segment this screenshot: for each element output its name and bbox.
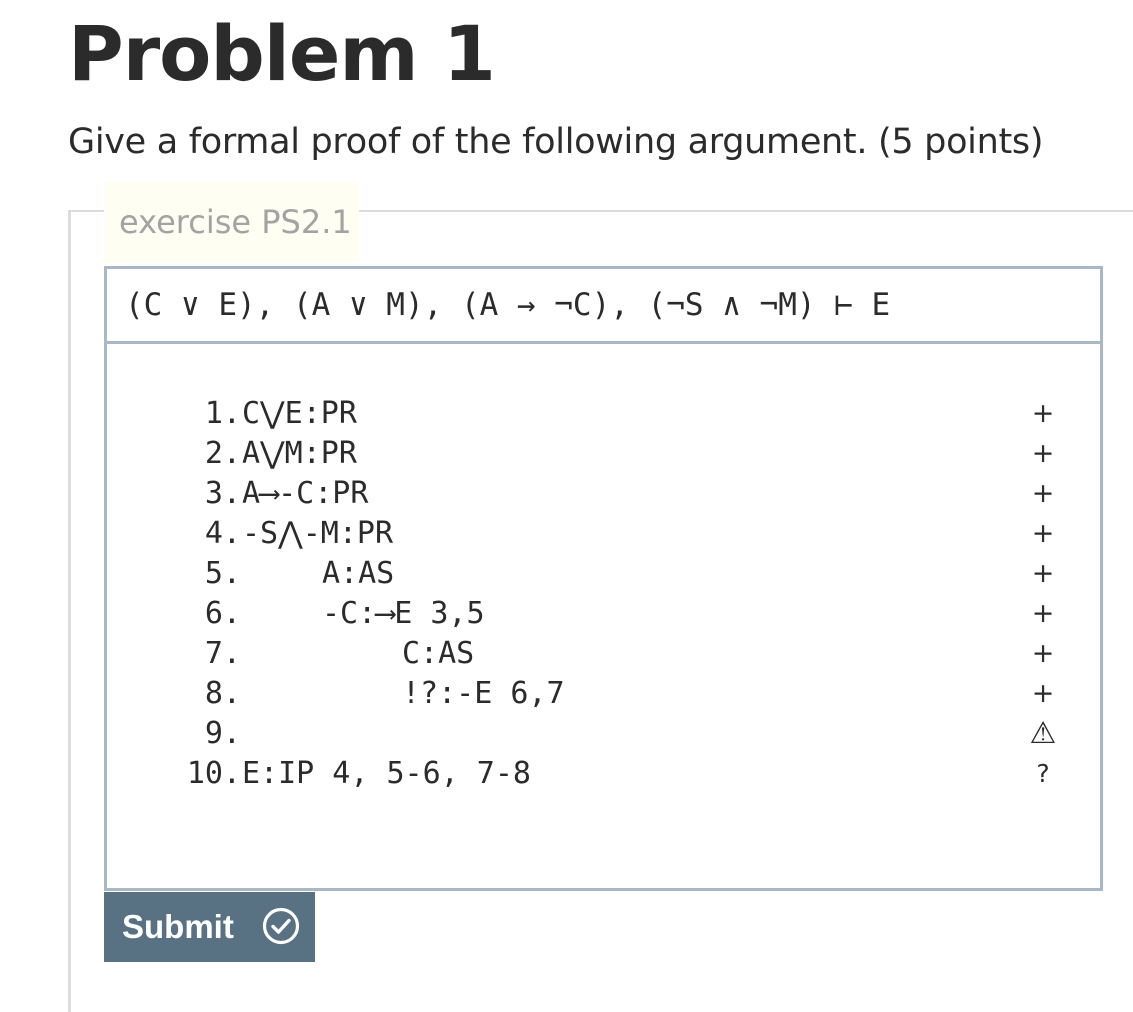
proof-line-formula[interactable]: E:IP 4, 5-6, 7-8 — [242, 754, 531, 794]
proof-line-number: 5. — [204, 556, 241, 591]
question-icon[interactable]: ? — [1025, 754, 1061, 794]
submit-label: Submit — [122, 908, 234, 945]
proof-line-formula[interactable]: C:AS — [402, 634, 474, 674]
proof-line[interactable]: 2. A⋁M:PR + — [107, 434, 1100, 474]
proof-line-formula[interactable]: !?:-E 6,7 — [402, 674, 565, 714]
add-line-button[interactable]: + — [1025, 594, 1061, 634]
add-line-button[interactable]: + — [1025, 434, 1061, 474]
proof-line-number: 10. — [186, 756, 241, 791]
proof-line-formula[interactable]: A:AS — [322, 554, 394, 594]
proof-line-formula[interactable]: -C:⟶E 3,5 — [322, 594, 485, 634]
proof-line[interactable]: 4. -S⋀-M:PR + — [107, 514, 1100, 554]
proof-line[interactable]: 6. -C:⟶E 3,5 + — [107, 594, 1100, 634]
proof-line[interactable]: 5. A:AS + — [107, 554, 1100, 594]
check-circle-icon — [262, 907, 300, 945]
proof-line-number: 3. — [204, 476, 241, 511]
proof-line[interactable]: 1. C⋁E:PR + — [107, 394, 1100, 434]
add-line-button[interactable]: + — [1025, 394, 1061, 434]
proof-line-number: 8. — [204, 676, 241, 711]
proof-line-formula[interactable]: A⋁M:PR — [242, 434, 357, 474]
argument-box: (C ∨ E), (A ∨ M), (A → ¬C), (¬S ∧ ¬M) ⊢ … — [104, 266, 1103, 344]
exercise-legend: exercise PS2.1 — [104, 182, 359, 262]
proof-line-formula[interactable]: C⋁E:PR — [242, 394, 357, 434]
exercise-fieldset-left-border — [68, 210, 71, 1012]
problem-instructions: Give a formal proof of the following arg… — [68, 122, 1044, 162]
page-title: Problem 1 — [68, 9, 496, 98]
proof-line-number: 9. — [204, 716, 241, 751]
add-line-button[interactable]: + — [1025, 514, 1061, 554]
add-line-button[interactable]: + — [1025, 634, 1061, 674]
proof-line-number: 1. — [204, 396, 241, 431]
proof-line-number: 7. — [204, 636, 241, 671]
proof-line[interactable]: 8. !?:-E 6,7 + — [107, 674, 1100, 714]
proof-line-number: 2. — [204, 436, 241, 471]
submit-button[interactable]: Submit — [104, 892, 315, 962]
proof-line[interactable]: 7. C:AS + — [107, 634, 1100, 674]
proof-editor[interactable]: 1. C⋁E:PR + 2. A⋁M:PR + 3. A⟶-C:PR + 4. … — [104, 341, 1103, 891]
proof-line[interactable]: 3. A⟶-C:PR + — [107, 474, 1100, 514]
proof-line-formula[interactable]: -S⋀-M:PR — [242, 514, 393, 554]
proof-line[interactable]: 9. ⚠ — [107, 714, 1100, 754]
add-line-button[interactable]: + — [1025, 474, 1061, 514]
warning-icon[interactable]: ⚠ — [1025, 714, 1061, 754]
add-line-button[interactable]: + — [1025, 674, 1061, 714]
argument-text: (C ∨ E), (A ∨ M), (A → ¬C), (¬S ∧ ¬M) ⊢ … — [125, 287, 891, 323]
proof-line[interactable]: 10. E:IP 4, 5-6, 7-8 ? — [107, 754, 1100, 794]
proof-line-formula[interactable]: A⟶-C:PR — [242, 474, 368, 514]
add-line-button[interactable]: + — [1025, 554, 1061, 594]
proof-line-number: 4. — [204, 516, 241, 551]
proof-line-number: 6. — [204, 596, 241, 631]
